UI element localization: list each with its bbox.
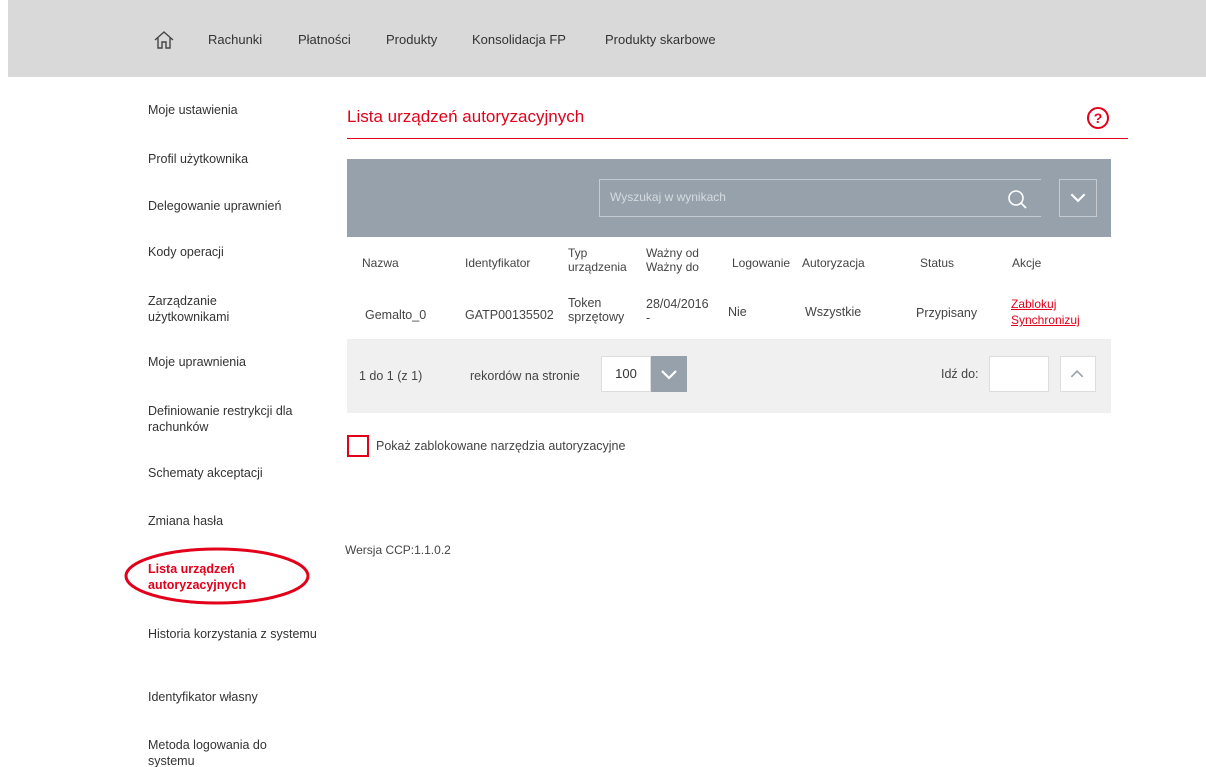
nav-item-produkty-skarbowe[interactable]: Produkty skarbowe — [605, 32, 716, 47]
chevron-down-icon — [661, 370, 677, 380]
column-header-wazny[interactable]: Ważny od Ważny do — [646, 246, 706, 274]
sidebar-item-identyfikator-wlasny[interactable]: Identyfikator własny — [148, 689, 328, 705]
column-header-logowanie[interactable]: Logowanie — [732, 256, 790, 270]
search-box — [599, 179, 1041, 217]
nav-item-platnosci[interactable]: Płatności — [298, 32, 351, 47]
table-toolbar — [347, 159, 1111, 237]
column-header-identyfikator[interactable]: Identyfikator — [465, 256, 530, 270]
chevron-down-icon — [1070, 193, 1086, 203]
sidebar-item-delegowanie-uprawnien[interactable]: Delegowanie uprawnień — [148, 198, 328, 214]
version-text: Wersja CCP:1.1.0.2 — [345, 543, 451, 557]
sidebar-item-zmiana-hasla[interactable]: Zmiana hasła — [148, 513, 328, 529]
cell-autoryzacja: Wszystkie — [805, 305, 862, 319]
sidebar-item-moje-uprawnienia[interactable]: Moje uprawnienia — [148, 354, 328, 370]
sidebar-item-moje-ustawienia[interactable]: Moje ustawienia — [148, 102, 328, 118]
pagination-range: 1 do 1 (z 1) — [359, 369, 423, 383]
column-header-autoryzacja[interactable]: Autoryzacja — [802, 256, 865, 270]
goto-page-input[interactable] — [989, 356, 1049, 392]
cell-status: Przypisany — [916, 306, 978, 320]
nav-item-rachunki[interactable]: Rachunki — [208, 32, 262, 47]
block-link[interactable]: Zablokuj — [1011, 297, 1056, 311]
column-header-status[interactable]: Status — [920, 256, 954, 270]
sidebar-item-zarzadzanie-uzytkownikami[interactable]: Zarządzanie użytkownikami — [148, 293, 278, 325]
scroll-top-button[interactable] — [1060, 356, 1096, 392]
synchronize-link[interactable]: Synchronizuj — [1011, 313, 1080, 327]
per-page-select[interactable]: 100 — [601, 356, 651, 392]
sidebar-item-schematy-akceptacji[interactable]: Schematy akceptacji — [148, 465, 328, 481]
cell-wazny-od: 28/04/2016 — [646, 297, 709, 311]
nav-item-produkty[interactable]: Produkty — [386, 32, 437, 47]
title-divider — [347, 138, 1128, 139]
home-icon[interactable] — [153, 30, 175, 50]
cell-wazny-do: - — [646, 311, 651, 325]
sidebar-item-profil-uzytkownika[interactable]: Profil użytkownika — [148, 151, 328, 167]
chevron-up-icon — [1070, 369, 1084, 378]
sidebar-item-definiowanie-restrykcji[interactable]: Definiowanie restrykcji dla rachunków — [148, 403, 313, 435]
cell-nazwa: Gemalto_0 — [365, 308, 427, 322]
sidebar-item-kody-operacji[interactable]: Kody operacji — [148, 244, 328, 260]
per-page-label: rekordów na stronie — [470, 369, 580, 383]
per-page-dropdown-button[interactable] — [651, 356, 687, 392]
column-header-typ-urzadzenia[interactable]: Typ urządzenia — [568, 246, 628, 274]
cell-logowanie: Nie — [728, 305, 747, 319]
cell-typ-urzadzenia: Token sprzętowy — [568, 296, 625, 324]
page-title: Lista urządzeń autoryzacyjnych — [347, 107, 585, 126]
pagination-bar: 1 do 1 (z 1) rekordów na stronie 100 Idź… — [347, 340, 1111, 413]
show-blocked-checkbox[interactable] — [347, 435, 369, 457]
help-icon[interactable]: ? — [1087, 107, 1109, 129]
search-icon[interactable] — [1006, 188, 1028, 210]
cell-identyfikator: GATP00135502 — [465, 308, 554, 322]
sidebar-item-lista-urzadzen-autoryzacyjnych[interactable]: Lista urządzeń autoryzacyjnych — [148, 561, 288, 593]
sidebar-item-metoda-logowania[interactable]: Metoda logowania do systemu — [148, 737, 308, 767]
table-header — [347, 237, 1111, 287]
expand-filters-button[interactable] — [1059, 179, 1097, 217]
sidebar-item-historia-korzystania[interactable]: Historia korzystania z systemu — [148, 626, 318, 642]
column-header-akcje: Akcje — [1012, 256, 1042, 270]
column-header-nazwa[interactable]: Nazwa — [362, 256, 399, 270]
goto-label: Idź do: — [941, 367, 979, 381]
show-blocked-label[interactable]: Pokaż zablokowane narzędzia autoryzacyjn… — [376, 439, 625, 453]
search-input[interactable] — [610, 190, 990, 204]
nav-item-konsolidacja-fp[interactable]: Konsolidacja FP — [472, 32, 566, 47]
